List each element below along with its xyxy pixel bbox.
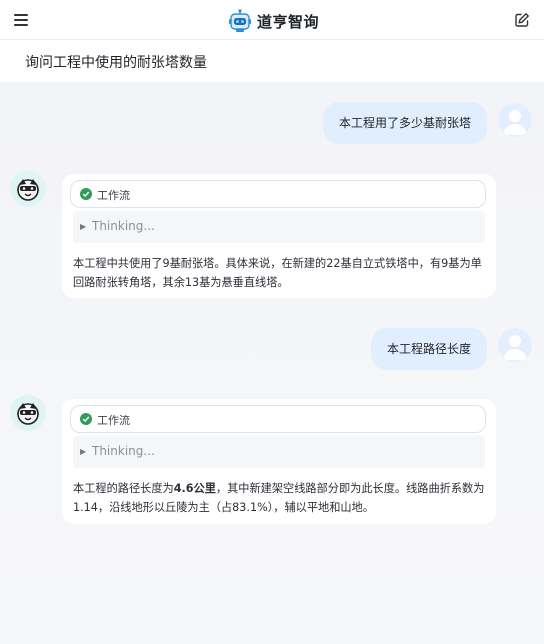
assistant-message-card: 工作流 ▶ Thinking... 本工程中共使用了9基耐张塔。具体来说，在新建…: [62, 174, 496, 298]
conversation-title-bar: 询问工程中使用的耐张塔数量: [0, 40, 544, 82]
answer-highlight: 4.6公里: [173, 482, 216, 495]
new-chat-edit-icon[interactable]: [514, 12, 530, 28]
check-circle-icon: [80, 188, 92, 200]
bot-avatar-icon: [10, 171, 46, 207]
conversation-title: 询问工程中使用的耐张塔数量: [25, 55, 207, 71]
thinking-label: Thinking...: [92, 219, 155, 233]
workflow-status[interactable]: 工作流: [70, 405, 486, 433]
user-message-bubble: 本工程用了多少基耐张塔: [323, 102, 488, 144]
workflow-status[interactable]: 工作流: [70, 180, 486, 208]
brand: 道亨智询: [229, 8, 319, 34]
workflow-label: 工作流: [97, 414, 130, 427]
assistant-message-text: 本工程的路径长度为4.6公里，其中新建架空线路部分即为此长度。线路曲折系数为1.…: [73, 479, 487, 517]
app-name: 道亨智询: [257, 12, 320, 31]
thinking-toggle[interactable]: ▶ Thinking...: [73, 211, 485, 243]
thinking-toggle[interactable]: ▶ Thinking...: [73, 436, 485, 468]
assistant-message-card: 工作流 ▶ Thinking... 本工程的路径长度为4.6公里，其中新建架空线…: [62, 399, 496, 524]
user-avatar-icon: [498, 328, 532, 362]
thinking-label: Thinking...: [92, 444, 155, 458]
robot-logo-icon: [229, 9, 251, 32]
hamburger-menu-icon[interactable]: [14, 13, 30, 27]
assistant-message-text: 本工程中共使用了9基耐张塔。具体来说，在新建的22基自立式铁塔中，有9基为单回路…: [73, 257, 482, 289]
user-avatar-icon: [498, 103, 532, 137]
caret-right-icon: ▶: [80, 447, 87, 456]
user-message-bubble: 本工程路径长度: [371, 328, 488, 370]
app-header: 道亨智询: [0, 0, 544, 40]
workflow-label: 工作流: [97, 189, 130, 202]
caret-right-icon: ▶: [80, 222, 87, 231]
message-list: 本工程用了多少基耐张塔 工作流 ▶ Thinking... 本工程中共使用了9基…: [0, 82, 544, 644]
bot-avatar-icon: [10, 395, 46, 431]
answer-text-start: 本工程的路径长度为: [73, 482, 174, 495]
check-circle-icon: [80, 413, 92, 425]
